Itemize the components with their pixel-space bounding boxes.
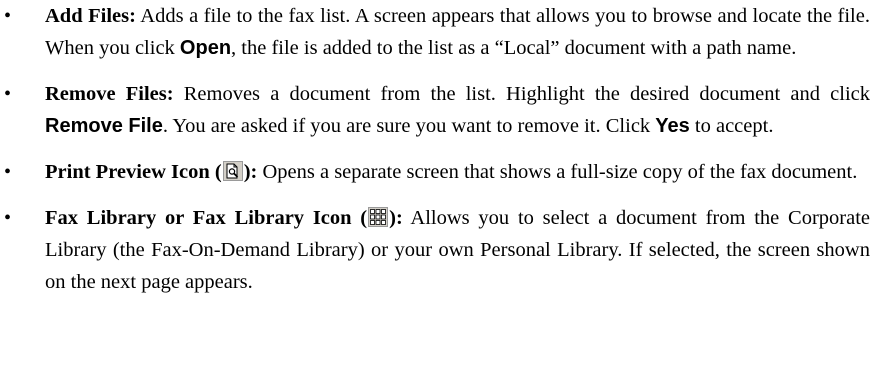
fax-library-icon xyxy=(368,207,389,227)
term-add-files: Add Files: xyxy=(45,5,136,27)
term-fax-library: Fax Library or Fax Library Icon ( ): xyxy=(45,207,403,229)
remove-file-label: Remove File xyxy=(45,115,163,137)
bullet-icon: • xyxy=(4,83,12,105)
list-item-print-preview: • Print Preview Icon ( ): Opens a separa… xyxy=(0,156,875,188)
print-preview-icon xyxy=(222,161,243,181)
feature-list: • Add Files: Adds a file to the fax list… xyxy=(0,0,875,298)
term-print-preview-end: ): xyxy=(243,161,258,183)
term-print-preview-start: Print Preview Icon ( xyxy=(45,161,222,183)
term-fax-library-start: Fax Library or Fax Library Icon ( xyxy=(45,207,368,229)
yes-label: Yes xyxy=(655,115,690,137)
description-remove-files-part1: Removes a document from the list. Highli… xyxy=(173,83,871,105)
list-item-fax-library: • Fax Library or Fax Library Icon (): A… xyxy=(0,202,875,298)
description-add-files-part2: , the file is added to the list as a “Lo… xyxy=(231,37,797,59)
description-remove-files-part2: . You are asked if you are sure you want… xyxy=(162,115,656,137)
open-label: Open xyxy=(179,37,232,59)
bullet-icon: • xyxy=(4,5,12,27)
description-print-preview: Opens a separate screen that shows a ful… xyxy=(257,161,858,183)
bullet-icon: • xyxy=(4,207,12,229)
list-item-remove-files: • Remove Files: Removes a document from … xyxy=(0,78,875,142)
description-remove-files-part3: to accept. xyxy=(689,115,774,137)
term-print-preview: Print Preview Icon ( ): xyxy=(45,161,257,183)
term-fax-library-end: ): xyxy=(389,207,403,229)
bullet-icon: • xyxy=(4,161,12,183)
term-remove-files: Remove Files: xyxy=(45,83,174,105)
list-item-add-files: • Add Files: Adds a file to the fax list… xyxy=(0,0,875,64)
document-page: • Add Files: Adds a file to the fax list… xyxy=(0,0,875,384)
